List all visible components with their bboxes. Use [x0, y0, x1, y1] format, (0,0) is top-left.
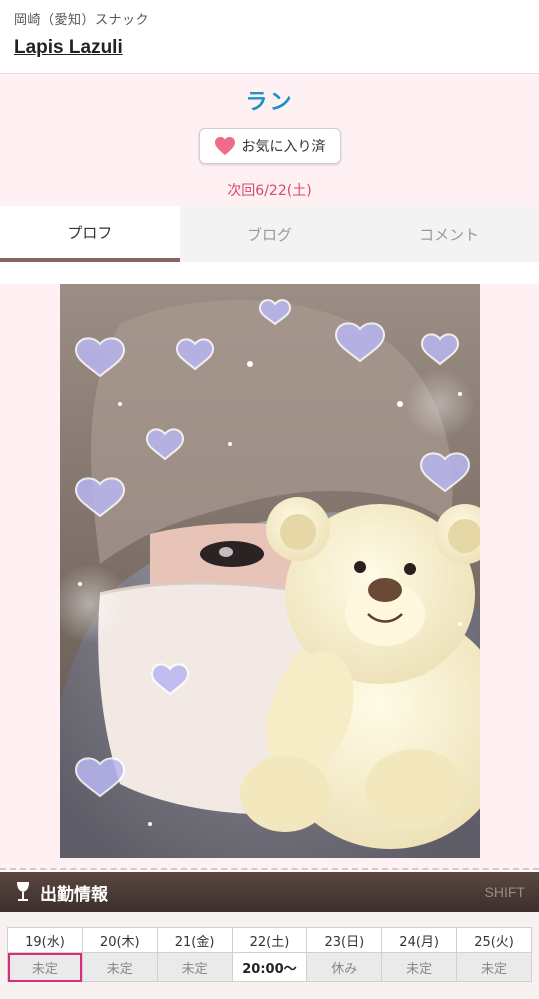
wine-glass-icon: [17, 882, 29, 901]
schedule-day: 20(木): [81, 927, 158, 953]
section-divider: [0, 868, 539, 870]
favorite-button[interactable]: お気に入り済: [198, 128, 341, 164]
schedule-value-working: 20:00〜: [231, 952, 308, 982]
schedule-title: 出勤情報: [40, 884, 108, 905]
schedule-value: 未定: [456, 952, 532, 982]
schedule-day: 19(水): [7, 927, 83, 953]
schedule-value: 休み: [306, 952, 383, 982]
photo-section: [0, 262, 539, 870]
site-header: 岡崎（愛知）スナック Lapis Lazuli: [0, 0, 539, 74]
favorite-label: お気に入り済: [241, 138, 326, 154]
girl-name: ラン: [245, 90, 294, 115]
schedule-value: 未定: [81, 952, 158, 982]
shop-name-link[interactable]: Lapis Lazuli: [14, 37, 123, 59]
schedule-day: 21(金): [156, 927, 233, 953]
next-attendance-date: 次回6/22(土): [227, 183, 312, 199]
tab-profile[interactable]: プロフ: [0, 206, 180, 262]
schedule-value-today: 未定: [7, 952, 83, 982]
heart-icon: [214, 136, 235, 156]
schedule-value: 未定: [381, 952, 458, 982]
schedule-table-wrapper: 19(水) 20(木) 21(金) 22(土) 23(日) 24(月) 25(火…: [0, 912, 539, 999]
schedule-day-sunday: 23(日): [306, 927, 383, 953]
schedule-day: 24(月): [381, 927, 458, 953]
profile-tabs: プロフ ブログ コメント: [0, 206, 539, 262]
profile-photo-image: [60, 284, 480, 858]
schedule-value: 未定: [156, 952, 233, 982]
profile-header: ラン お気に入り済 次回6/22(土): [0, 74, 539, 206]
shift-label: SHIFT: [484, 884, 525, 900]
tab-blog[interactable]: ブログ: [179, 206, 360, 262]
schedule-table: 19(水) 20(木) 21(金) 22(土) 23(日) 24(月) 25(火…: [7, 927, 532, 982]
tab-comment[interactable]: コメント: [359, 206, 539, 262]
schedule-header: 出勤情報 SHIFT: [0, 872, 539, 912]
profile-photo[interactable]: [60, 284, 480, 858]
schedule-day-saturday: 22(土): [231, 927, 308, 953]
area-category: 岡崎（愛知）スナック: [14, 13, 150, 28]
schedule-day: 25(火): [456, 927, 532, 953]
